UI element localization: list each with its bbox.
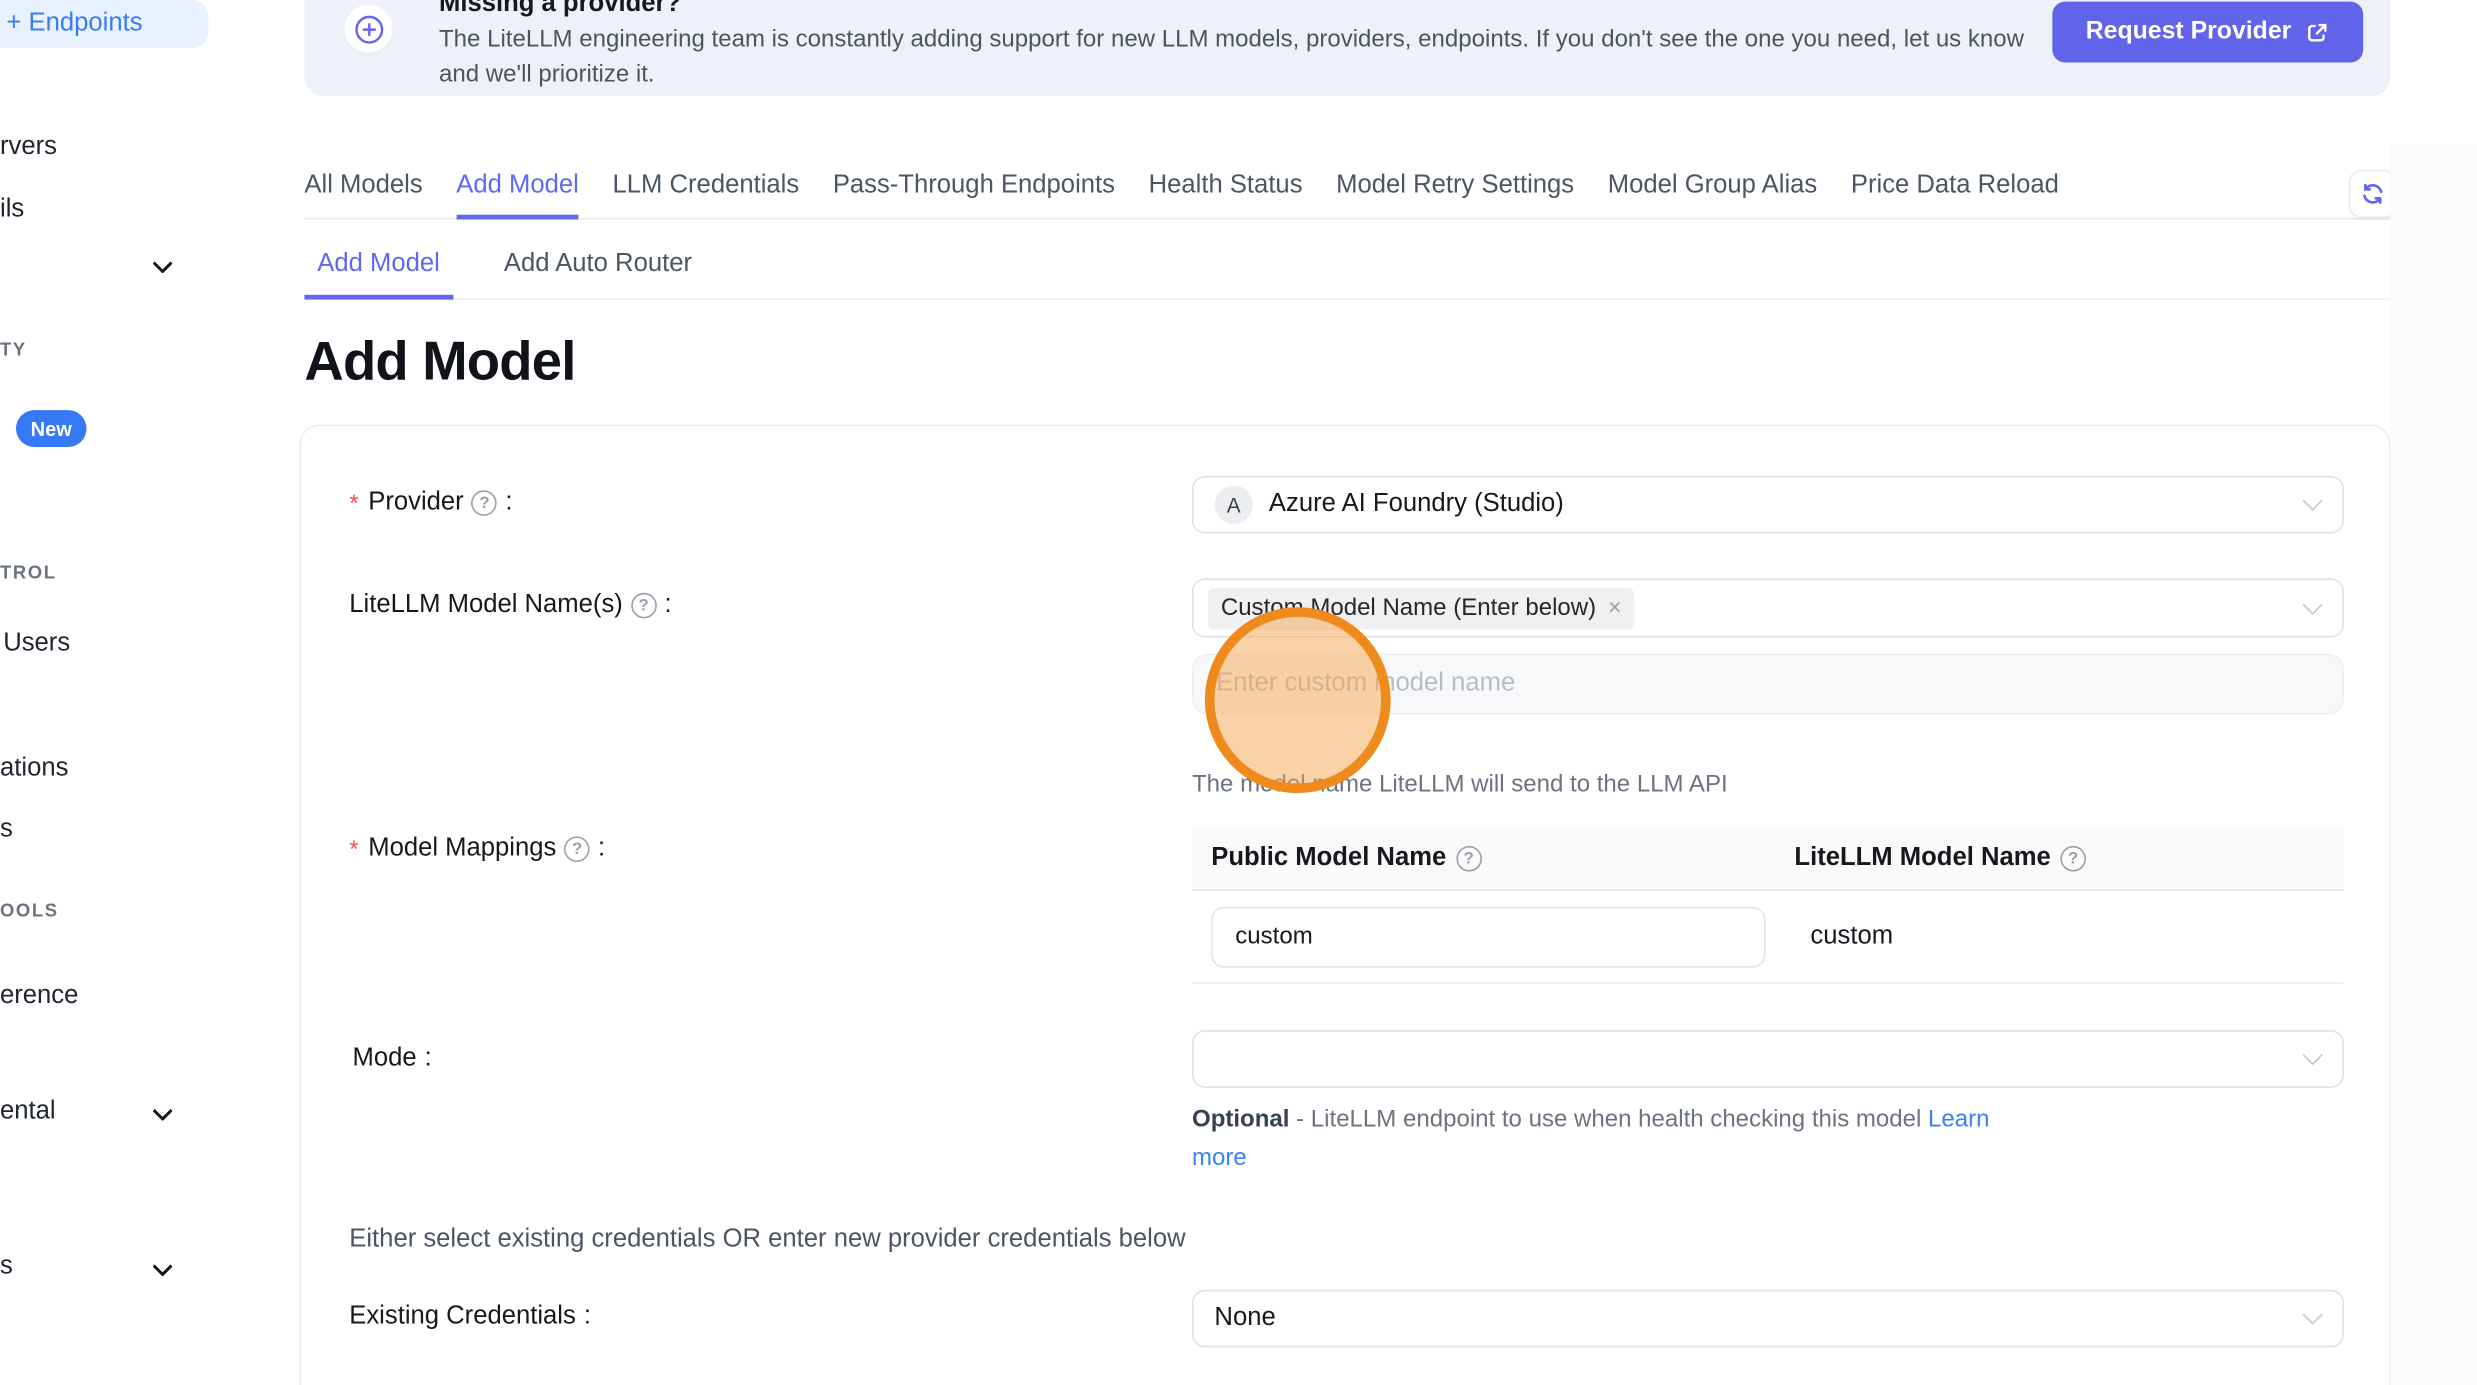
help-icon[interactable]: ?: [631, 593, 657, 619]
colon: :: [505, 489, 512, 518]
sidebar-item-internal-users[interactable]: Users: [3, 630, 70, 659]
provider-label-text: Provider: [368, 489, 463, 518]
required-asterisk: *: [349, 489, 358, 516]
sidebar-section-header-tools: OOLS: [0, 902, 59, 921]
litellm-model-name-header: LiteLLM Model Name ?: [1794, 844, 2086, 873]
refresh-icon: [2360, 181, 2386, 207]
chevron-down-icon[interactable]: [152, 1256, 172, 1276]
mode-label: Mode :: [352, 1045, 431, 1074]
provider-select[interactable]: A Azure AI Foundry (Studio): [1192, 476, 2344, 534]
sidebar-section-header: TY: [0, 341, 27, 360]
chevron-down-icon: [2303, 594, 2323, 614]
mappings-data-row: custom: [1192, 891, 2344, 984]
public-model-name-header: Public Model Name ?: [1211, 844, 1794, 873]
chevron-down-icon: [2303, 490, 2323, 510]
provider-value: Azure AI Foundry (Studio): [1269, 490, 1564, 519]
mode-helper-body: - LiteLLM endpoint to use when health ch…: [1289, 1105, 1928, 1132]
request-provider-button[interactable]: Request Provider: [2052, 2, 2363, 63]
tab-model-group-alias[interactable]: Model Group Alias: [1608, 167, 1817, 218]
chevron-down-icon: [2303, 1304, 2323, 1324]
model-name-tag-label: Custom Model Name (Enter below): [1221, 594, 1596, 621]
chevron-down-icon[interactable]: [152, 1101, 172, 1121]
sidebar: + Endpoints rvers ils TY New TROL Users …: [0, 0, 240, 1385]
model-name-tag: Custom Model Name (Enter below) ✕: [1208, 587, 1635, 629]
public-model-name-input[interactable]: [1211, 906, 1765, 967]
sidebar-section-header-access-control: TROL: [0, 564, 57, 583]
colon: :: [425, 1045, 432, 1074]
custom-model-name-input[interactable]: [1192, 654, 2344, 715]
model-names-label: LiteLLM Model Name(s) ? :: [349, 591, 671, 620]
new-badge: New: [16, 410, 86, 447]
sidebar-item-mcp-servers[interactable]: rvers: [0, 133, 57, 162]
mode-label-text: Mode: [352, 1045, 416, 1074]
external-link-icon: [2306, 20, 2330, 44]
existing-credentials-label-text: Existing Credentials: [349, 1303, 576, 1332]
tab-pass-through-endpoints[interactable]: Pass-Through Endpoints: [833, 167, 1115, 218]
tab-all-models[interactable]: All Models: [304, 167, 422, 218]
help-icon[interactable]: ?: [564, 836, 590, 862]
model-names-label-text: LiteLLM Model Name(s): [349, 591, 623, 620]
model-mappings-table: Public Model Name ? LiteLLM Model Name ?…: [1192, 827, 2344, 984]
sidebar-item-label: + Endpoints: [6, 10, 142, 39]
tab-model-retry-settings[interactable]: Model Retry Settings: [1336, 167, 1574, 218]
required-asterisk: *: [349, 836, 358, 863]
plus-circle-icon: [344, 5, 392, 53]
subtab-add-model[interactable]: Add Model: [304, 240, 452, 299]
existing-credentials-value: None: [1214, 1304, 1275, 1333]
chevron-down-icon: [2303, 1045, 2323, 1065]
mode-helper-bold: Optional: [1192, 1105, 1289, 1132]
existing-credentials-select[interactable]: None: [1192, 1290, 2344, 1348]
colon: :: [584, 1303, 591, 1332]
request-provider-label: Request Provider: [2086, 18, 2292, 47]
model-names-multiselect[interactable]: Custom Model Name (Enter below) ✕: [1192, 578, 2344, 637]
tab-health-status[interactable]: Health Status: [1149, 167, 1303, 218]
colon: :: [664, 591, 671, 620]
credentials-note: Either select existing credentials OR en…: [349, 1226, 1185, 1255]
mappings-header-row: Public Model Name ? LiteLLM Model Name ?: [1192, 827, 2344, 891]
tab-llm-credentials[interactable]: LLM Credentials: [613, 167, 800, 218]
public-model-name-header-text: Public Model Name: [1211, 844, 1446, 873]
banner-description: The LiteLLM engineering team is constant…: [439, 22, 2049, 92]
mode-helper-text: Optional - LiteLLM endpoint to use when …: [1192, 1101, 2006, 1178]
mode-select[interactable]: [1192, 1030, 2344, 1088]
tab-price-data-reload[interactable]: Price Data Reload: [1851, 167, 2059, 218]
litellm-model-name-header-text: LiteLLM Model Name: [1794, 844, 2050, 873]
close-icon[interactable]: ✕: [1607, 598, 1622, 619]
subtab-add-auto-router[interactable]: Add Auto Router: [491, 240, 705, 298]
tab-add-model[interactable]: Add Model: [456, 167, 579, 220]
sidebar-item-settings[interactable]: s: [0, 1253, 13, 1282]
provider-avatar: A: [1214, 485, 1252, 523]
sidebar-item-teams[interactable]: s: [0, 815, 13, 844]
sidebar-item-models-endpoints[interactable]: + Endpoints: [0, 0, 208, 48]
existing-credentials-label: Existing Credentials :: [349, 1303, 591, 1332]
chevron-down-icon[interactable]: [152, 253, 172, 273]
sidebar-item-inference[interactable]: erence: [0, 982, 78, 1011]
sidebar-item-organizations[interactable]: ations: [0, 755, 68, 784]
litellm-model-name-value: custom: [1810, 922, 1893, 951]
banner-title: Missing a provider?: [439, 0, 681, 19]
sidebar-item-experimental[interactable]: ental: [0, 1097, 56, 1126]
model-hub-tabs: All Models Add Model LLM Credentials Pas…: [304, 167, 2390, 220]
app-window: + Endpoints rvers ils TY New TROL Users …: [0, 0, 2477, 1385]
model-mappings-label: * Model Mappings ? :: [349, 835, 605, 864]
right-gutter: [2390, 144, 2477, 1385]
help-icon[interactable]: ?: [2060, 845, 2086, 871]
colon: :: [598, 835, 605, 864]
missing-provider-banner: Missing a provider? The LiteLLM engineer…: [304, 0, 2390, 96]
page-title: Add Model: [304, 332, 575, 394]
help-icon[interactable]: ?: [472, 490, 498, 516]
model-name-helper-text: The model name LiteLLM will send to the …: [1192, 771, 1728, 798]
add-model-subtabs: Add Model Add Auto Router: [304, 240, 2390, 299]
help-icon[interactable]: ?: [1456, 845, 1482, 871]
sidebar-item-guardrails[interactable]: ils: [0, 195, 24, 224]
model-mappings-label-text: Model Mappings: [368, 835, 556, 864]
provider-label: * Provider ? :: [349, 489, 512, 518]
